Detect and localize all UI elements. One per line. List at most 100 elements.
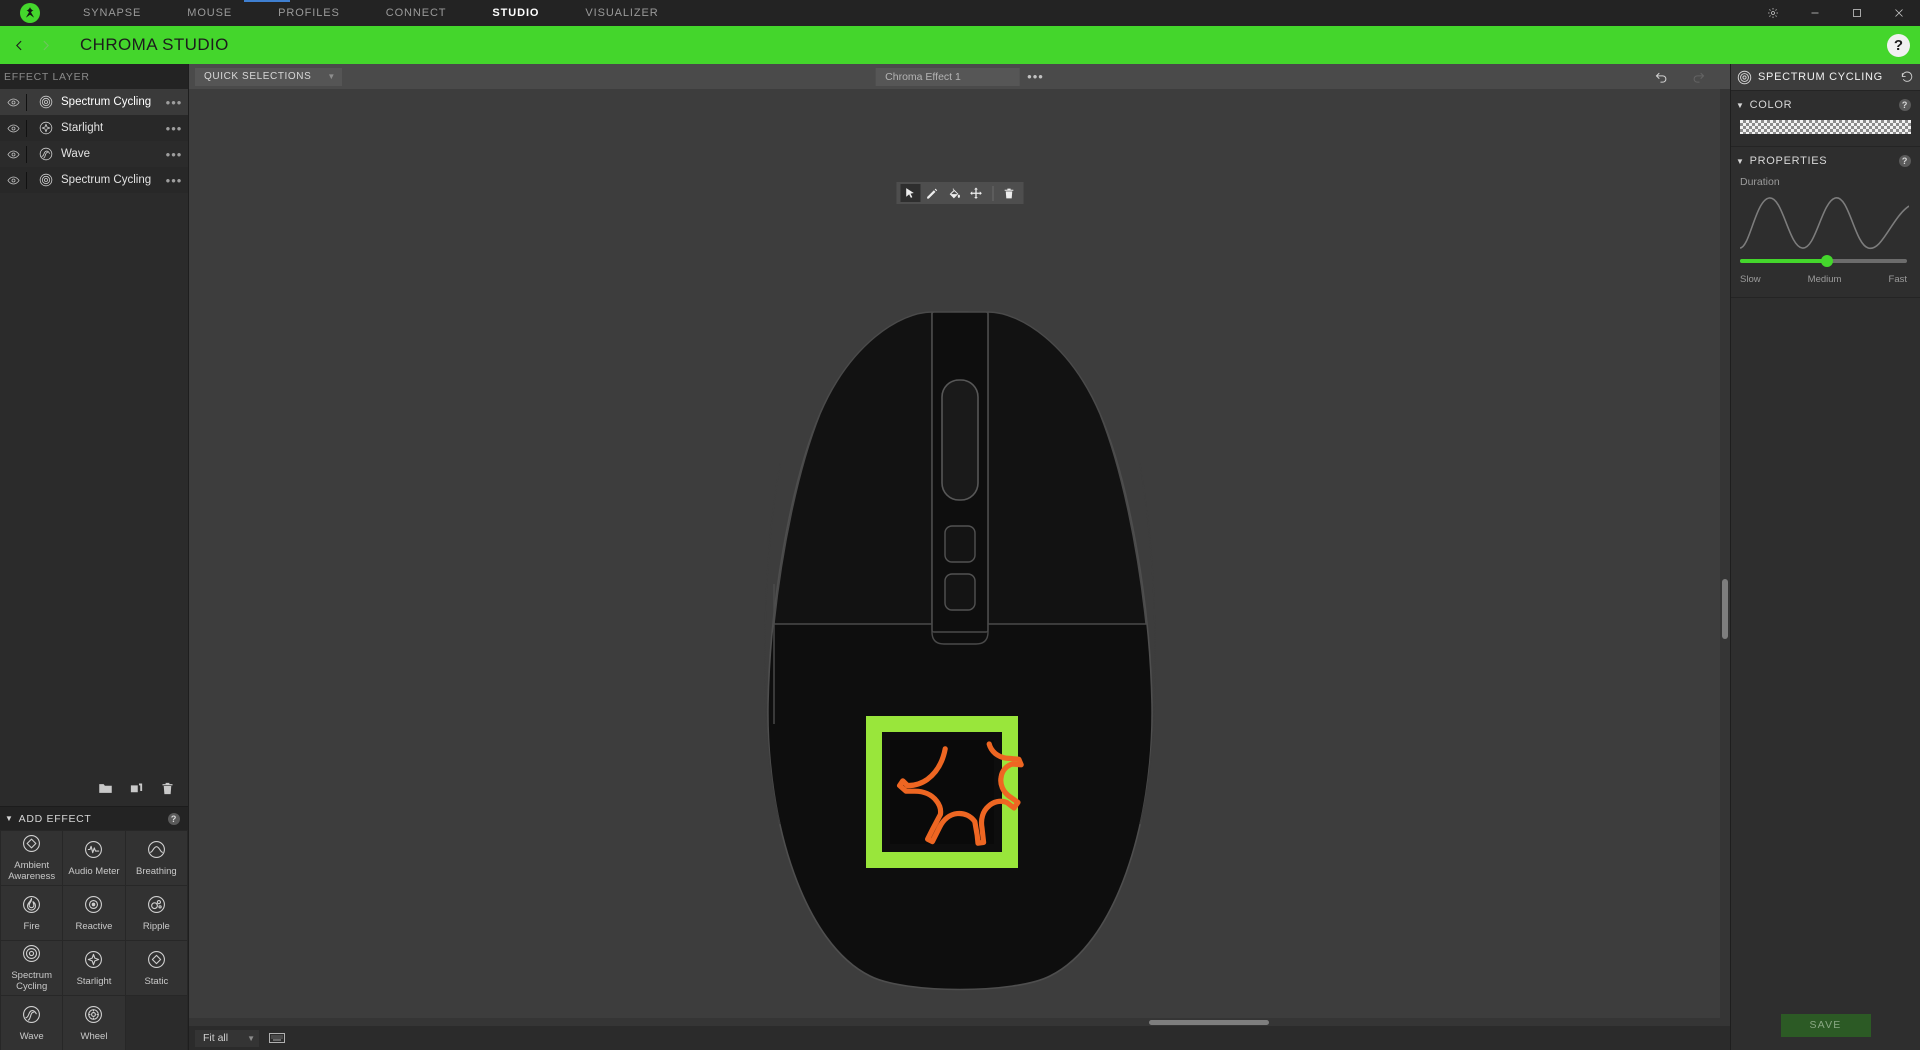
delete-tool[interactable]	[999, 184, 1019, 202]
help-button[interactable]: ?	[1887, 33, 1910, 57]
canvas-horizontal-scrollbar[interactable]	[189, 1018, 1730, 1026]
layer-menu-button[interactable]: •••	[160, 95, 188, 110]
layer-visibility-toggle[interactable]	[0, 148, 26, 161]
select-tool[interactable]	[900, 184, 920, 202]
duration-waveform	[1739, 194, 1910, 250]
layer-menu-button[interactable]: •••	[160, 147, 188, 162]
save-button[interactable]: SAVE	[1780, 1013, 1871, 1037]
chevron-down-icon: ▼	[247, 1033, 255, 1043]
add-effect-breathing[interactable]: Breathing	[125, 831, 187, 885]
scroll-wheel[interactable]	[940, 379, 979, 501]
dpi-up-button[interactable]	[943, 525, 976, 563]
layer-visibility-toggle[interactable]	[0, 174, 26, 187]
add-effect-ambient-awareness[interactable]: Ambient Awareness	[1, 831, 63, 885]
layer-visibility-toggle[interactable]	[0, 96, 26, 109]
layer-menu-button[interactable]: •••	[160, 121, 188, 136]
color-swatch[interactable]	[1740, 120, 1911, 134]
slider-knob[interactable]	[1820, 255, 1833, 267]
back-button[interactable]	[6, 39, 32, 52]
ripple-icon	[147, 895, 166, 919]
nav-item-studio[interactable]: STUDIO	[469, 0, 562, 26]
effect-tab[interactable]: Chroma Effect 1	[875, 67, 1020, 86]
effect-label: Reactive	[75, 920, 113, 932]
add-effect-fire[interactable]: Fire	[1, 886, 63, 940]
color-section-header[interactable]: ▼ COLOR ?	[1736, 99, 1911, 111]
properties-section: ▼ PROPERTIES ? Duration Slow Medium Fast	[1731, 147, 1920, 298]
right-click-button[interactable]	[986, 311, 1147, 625]
properties-help-icon[interactable]: ?	[1899, 155, 1911, 167]
layer-divider	[26, 145, 27, 163]
copy-icon[interactable]	[129, 781, 144, 796]
dpi-down-button[interactable]	[943, 573, 976, 611]
add-effect-ripple[interactable]: Ripple	[125, 886, 187, 940]
color-help-icon[interactable]: ?	[1899, 99, 1911, 111]
add-effect-spectrum-cycling[interactable]: Spectrum Cycling	[1, 941, 63, 995]
add-effect-starlight[interactable]: Starlight	[63, 941, 125, 995]
layer-visibility-toggle[interactable]	[0, 122, 26, 135]
layer-menu-button[interactable]: •••	[160, 173, 188, 188]
quick-selections-dropdown[interactable]: QUICK SELECTIONS ▼	[195, 67, 342, 86]
canvas-footer: Fit all ▼	[189, 1026, 1730, 1050]
add-effect-help-icon[interactable]: ?	[168, 812, 180, 825]
add-effect-wheel[interactable]: Wheel	[63, 996, 125, 1050]
color-section-title: COLOR	[1749, 99, 1793, 111]
nav-item-connect[interactable]: CONNECT	[363, 0, 470, 26]
close-button[interactable]	[1878, 0, 1920, 26]
effect-layer-row[interactable]: Spectrum Cycling •••	[0, 167, 188, 193]
properties-panel: SPECTRUM CYCLING ▼ COLOR ? ▼ PROPERTIES …	[1730, 64, 1920, 1050]
nav-item-synapse[interactable]: SYNAPSE	[60, 0, 164, 26]
left-click-button[interactable]	[772, 311, 933, 625]
effect-layer-list: Spectrum Cycling ••• Starlight ••• Wave ••• Sp…	[0, 89, 188, 770]
paint-bucket-tool[interactable]	[944, 184, 964, 202]
reactive-icon	[84, 895, 103, 919]
nav-item-profiles[interactable]: PROFILES	[255, 0, 363, 26]
minimize-button[interactable]	[1794, 0, 1836, 26]
move-tool[interactable]	[966, 184, 986, 202]
tool-separator	[992, 185, 993, 201]
add-effect-wave[interactable]: Wave	[1, 996, 63, 1050]
spectrum-cycling-icon	[37, 95, 55, 109]
folder-icon[interactable]	[98, 781, 113, 796]
chroma-studio-app: SYNAPSE MOUSE PROFILES CONNECT STUDIO VISUALI…	[0, 0, 1920, 1050]
effect-label: Ambient Awareness	[8, 860, 56, 882]
add-effect-static[interactable]: Static	[125, 941, 187, 995]
canvas-vertical-scrollbar[interactable]	[1720, 89, 1730, 1026]
pencil-tool[interactable]	[922, 184, 942, 202]
add-effect-empty-slot	[125, 996, 187, 1050]
properties-section-header[interactable]: ▼ PROPERTIES ?	[1736, 155, 1911, 167]
settings-gear-button[interactable]	[1752, 0, 1794, 26]
maximize-button[interactable]	[1836, 0, 1878, 26]
layer-tools	[0, 770, 188, 806]
add-effect-reactive[interactable]: Reactive	[63, 886, 125, 940]
active-tab-underline	[244, 0, 290, 2]
undo-redo-group	[1654, 69, 1730, 84]
horizontal-scroll-thumb[interactable]	[1149, 1020, 1269, 1025]
reset-icon[interactable]	[1900, 70, 1914, 84]
layer-name-label: Spectrum Cycling	[61, 96, 152, 108]
redo-icon[interactable]	[1691, 69, 1706, 84]
keyboard-icon[interactable]	[269, 1032, 285, 1044]
add-effect-header[interactable]: ▼ ADD EFFECT ?	[0, 806, 188, 830]
effect-layer-row[interactable]: Spectrum Cycling •••	[0, 89, 188, 115]
forward-button[interactable]	[32, 39, 58, 52]
spectrum-cycling-icon	[37, 173, 55, 187]
effect-label: Starlight	[76, 975, 112, 987]
panel-spacer	[1731, 298, 1920, 1000]
nav-item-visualizer[interactable]: VISUALIZER	[562, 0, 681, 26]
effect-layer-row[interactable]: Wave •••	[0, 141, 188, 167]
vertical-scroll-thumb[interactable]	[1722, 579, 1728, 639]
effect-tab-menu-button[interactable]: •••	[1027, 69, 1044, 84]
color-section: ▼ COLOR ?	[1731, 91, 1920, 147]
properties-panel-header: SPECTRUM CYCLING	[1731, 64, 1920, 91]
effect-layer-row[interactable]: Starlight •••	[0, 115, 188, 141]
device-canvas[interactable]	[189, 89, 1730, 1026]
nav-item-mouse[interactable]: MOUSE	[164, 0, 255, 26]
wave-icon	[22, 1005, 41, 1029]
duration-slider[interactable]	[1740, 254, 1907, 268]
trash-icon[interactable]	[160, 781, 175, 796]
add-effect-audio-meter[interactable]: Audio Meter	[63, 831, 125, 885]
ambient-awareness-icon	[22, 834, 41, 858]
undo-icon[interactable]	[1654, 69, 1669, 84]
zoom-level-dropdown[interactable]: Fit all ▼	[195, 1029, 259, 1047]
razer-mouse-top-view[interactable]	[750, 304, 1170, 1004]
